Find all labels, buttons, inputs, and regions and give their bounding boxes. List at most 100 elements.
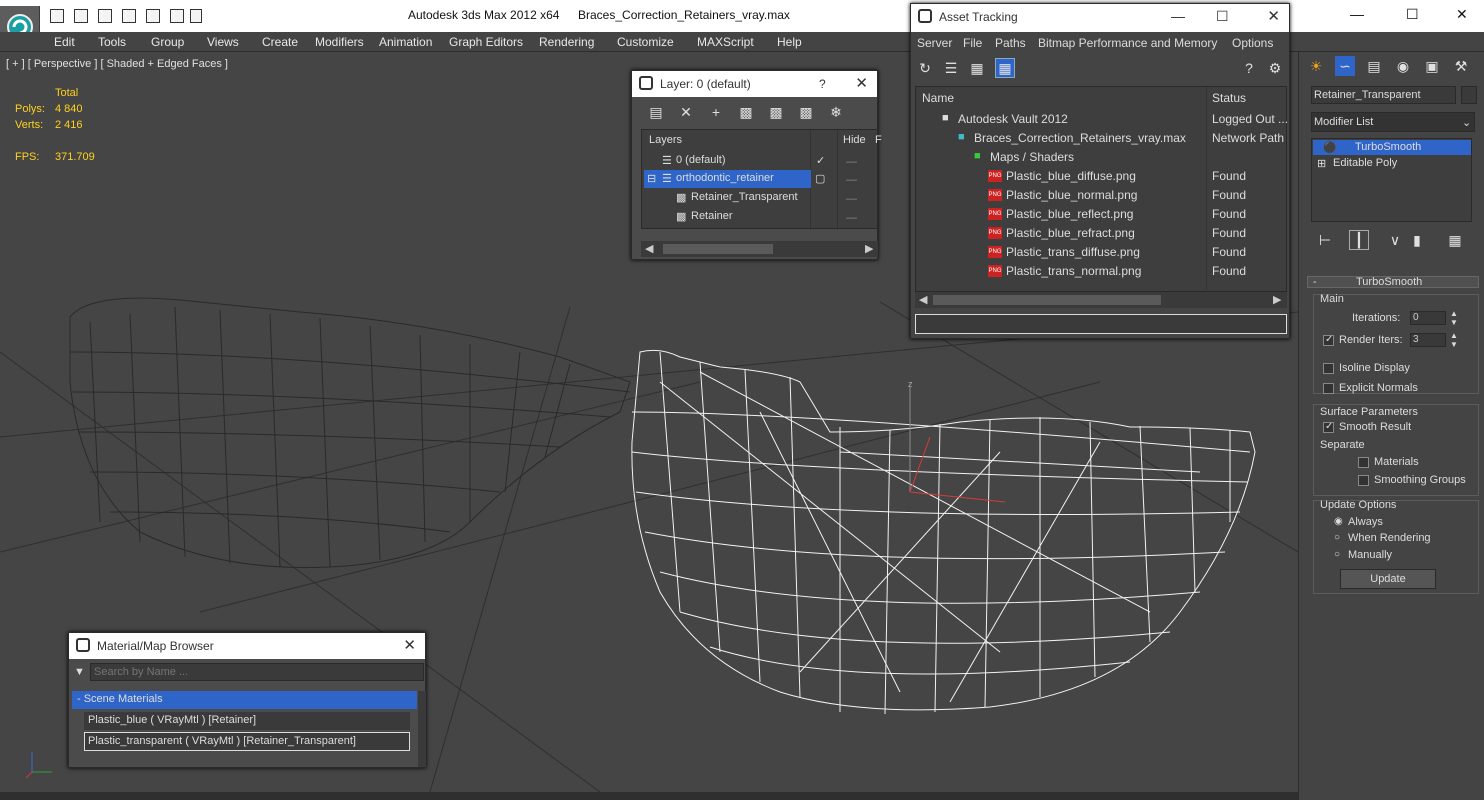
mb-close-icon[interactable]: ✕ [403,636,416,654]
asset-row-png[interactable]: PNG Plastic_blue_refract.png Found [916,223,1288,242]
display-tab-icon[interactable]: ▣ [1422,56,1442,76]
select-objects-icon[interactable]: ▩ [736,102,756,122]
menu-views[interactable]: Views [207,35,239,49]
hide-toggle-icon[interactable]: — [846,156,857,168]
menu-animation[interactable]: Animation [379,35,432,49]
asset-row-png[interactable]: PNG Plastic_blue_reflect.png Found [916,204,1288,223]
turbosmooth-rollout-header[interactable]: - TurboSmooth [1307,276,1479,288]
set-current-box-icon[interactable]: ▢ [815,172,825,185]
maximize-icon[interactable]: ☐ [1406,6,1419,23]
smoothing-groups-checkbox[interactable] [1358,475,1369,486]
layer-row-default[interactable]: ☰ 0 (default) [662,152,812,170]
show-end-result-icon[interactable]: ┃ [1349,230,1369,250]
at-minimize-icon[interactable]: — [1171,8,1185,24]
at-menu-file[interactable]: File [963,36,982,50]
object-row-retainer-transparent[interactable]: ▩ Retainer_Transparent [676,189,826,207]
stack-item-editable-poly[interactable]: ⊞ Editable Poly [1313,156,1471,171]
current-layer-check-icon[interactable]: ✓ [816,154,825,167]
scroll-thumb[interactable] [663,244,773,254]
save-icon[interactable] [74,9,88,23]
create-tab-icon[interactable]: ☀ [1306,56,1326,76]
layer-hscrollbar[interactable]: ◀ ▶ [641,241,878,257]
help-icon[interactable]: ? [819,77,826,91]
minimize-icon[interactable]: — [1350,6,1364,22]
menu-help[interactable]: Help [777,35,802,49]
add-to-layer-icon[interactable]: + [706,102,726,122]
menu-create[interactable]: Create [262,35,298,49]
scroll-thumb[interactable] [933,295,1161,305]
scroll-left-icon[interactable]: ◀ [645,242,653,255]
menu-modifiers[interactable]: Modifiers [315,35,364,49]
hide-toggle-icon[interactable]: — [846,212,857,224]
at-help-icon[interactable]: ? [1239,58,1259,78]
iterations-spinner[interactable]: 0 [1410,311,1446,325]
always-radio[interactable]: ◉ [1334,516,1343,527]
menu-customize[interactable]: Customize [617,35,674,49]
list-view-icon[interactable]: ☰ [941,58,961,78]
when-rendering-radio[interactable]: ○ [1334,532,1340,543]
col-f-header[interactable]: F [875,134,882,146]
menu-group[interactable]: Group [151,35,184,49]
material-item-plastic-transparent[interactable]: Plastic_transparent ( VRayMtl ) [Retaine… [84,732,410,751]
create-layer-icon[interactable]: ▤ [646,102,666,122]
at-menu-paths[interactable]: Paths [995,36,1026,50]
asset-row-png[interactable]: PNG Plastic_trans_diffuse.png Found [916,242,1288,261]
at-menu-server[interactable]: Server [917,36,952,50]
explicit-normals-checkbox[interactable] [1323,383,1334,394]
layer-row-orthodontic-retainer[interactable]: ⊟ ☰ orthodontic_retainer [644,170,811,188]
col-hide-header[interactable]: Hide [843,134,866,146]
close-icon[interactable]: ✕ [1456,6,1468,23]
open-icon[interactable] [50,9,64,23]
spinner-arrows-icon[interactable]: ▲ ▼ [1450,309,1458,327]
col-layers-header[interactable]: Layers [649,134,682,146]
render-iters-spinner[interactable]: 3 [1410,333,1446,347]
layer-close-icon[interactable]: ✕ [855,74,868,92]
object-name-field[interactable]: Retainer_Transparent [1311,86,1456,104]
asset-row-png[interactable]: PNG Plastic_blue_diffuse.png Found [916,166,1288,185]
scroll-right-icon[interactable]: ▶ [865,242,873,255]
scroll-left-icon[interactable]: ◀ [919,293,927,306]
asset-path-field[interactable] [915,314,1287,334]
asset-hscrollbar[interactable]: ◀ ▶ [915,292,1287,308]
remove-modifier-icon[interactable]: ▮ [1407,230,1427,250]
material-search-input[interactable] [90,663,424,681]
modify-tab-icon[interactable]: ∽ [1335,56,1355,76]
highlight-icon[interactable]: ▩ [766,102,786,122]
material-item-plastic-blue[interactable]: Plastic_blue ( VRayMtl ) [Retainer] [84,712,410,730]
collapse-icon[interactable]: ⊟ [647,172,656,185]
hold-icon[interactable] [122,9,136,23]
utilities-tab-icon[interactable]: ⚒ [1451,56,1471,76]
asset-row-max-file[interactable]: ■ Braces_Correction_Retainers_vray.max N… [916,128,1288,147]
at-close-icon[interactable]: ✕ [1267,7,1280,25]
materials-checkbox[interactable] [1358,457,1369,468]
freeze-all-icon[interactable]: ❄ [826,102,846,122]
menu-edit[interactable]: Edit [54,35,75,49]
object-row-retainer[interactable]: ▩ Retainer [676,208,826,226]
col-status-header[interactable]: Status [1212,91,1246,105]
at-menu-bitmap[interactable]: Bitmap Performance and Memory [1038,36,1217,50]
undo-icon[interactable] [146,9,160,23]
update-button[interactable]: Update [1340,569,1436,589]
mb-vscrollbar[interactable] [418,691,426,767]
smooth-result-checkbox[interactable]: ✓ [1323,421,1334,433]
spinner-arrows-icon[interactable]: ▲ ▼ [1450,331,1458,349]
expand-icon[interactable]: ⊞ [1317,157,1326,170]
tree-view-icon[interactable]: ▦ [967,58,987,78]
stack-item-turbosmooth[interactable]: ⚫ TurboSmooth [1313,140,1471,155]
hide-toggle-icon[interactable]: — [846,174,857,186]
col-name-header[interactable]: Name [922,91,954,105]
browser-options-icon[interactable]: ▼ [74,666,85,678]
menu-graph-editors[interactable]: Graph Editors [449,35,523,49]
modifier-list-dropdown[interactable]: Modifier List ⌄ [1311,112,1475,132]
isoline-display-checkbox[interactable] [1323,363,1334,374]
menu-maxscript[interactable]: MAXScript [697,35,754,49]
asset-row-vault[interactable]: ■ Autodesk Vault 2012 Logged Out ... [916,109,1288,128]
table-view-icon[interactable]: ▦ [995,58,1015,78]
scene-materials-group[interactable]: - Scene Materials [72,691,417,709]
lightbulb-icon[interactable]: ⚫ [1323,141,1337,154]
at-settings-icon[interactable]: ⚙ [1265,58,1285,78]
quick-access-dropdown-icon[interactable] [190,9,202,23]
make-unique-icon[interactable]: ∨ [1385,230,1405,250]
hide-toggle-icon[interactable]: — [846,193,857,205]
menu-rendering[interactable]: Rendering [539,35,594,49]
